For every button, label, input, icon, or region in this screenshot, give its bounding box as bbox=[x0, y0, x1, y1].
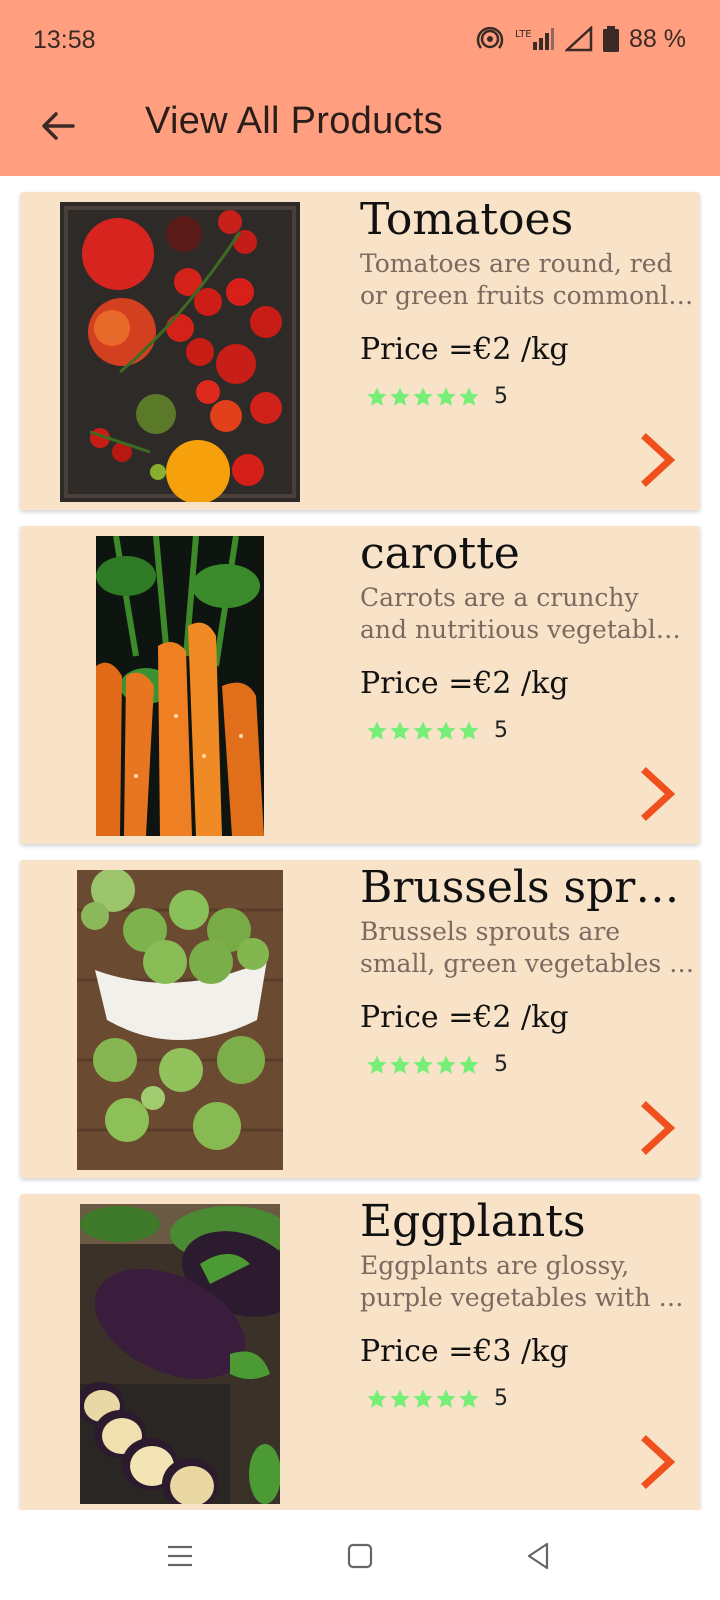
star-icon bbox=[459, 1388, 479, 1408]
product-card-carotte[interactable]: carotte Carrots are a crunchy and nutrit… bbox=[20, 526, 700, 844]
star-icon bbox=[390, 720, 410, 740]
rating-value: 5 bbox=[494, 718, 508, 743]
star-icon bbox=[436, 1054, 456, 1074]
rating-value: 5 bbox=[494, 384, 508, 409]
rating-value: 5 bbox=[494, 1386, 508, 1411]
product-description: Carrots are a crunchy and nutritious veg… bbox=[360, 582, 695, 646]
product-card-brussels-sprouts[interactable]: Brussels spro... Brussels sprouts are sm… bbox=[20, 860, 700, 1178]
lte-signal-icon: LTE bbox=[515, 28, 555, 50]
product-description: Tomatoes are round, red or green fruits … bbox=[360, 248, 695, 312]
back-button[interactable] bbox=[34, 102, 82, 150]
product-image bbox=[77, 870, 283, 1170]
back-arrow-icon bbox=[42, 112, 75, 140]
battery-icon bbox=[603, 26, 620, 52]
product-name: Brussels spro... bbox=[360, 862, 695, 913]
product-description: Eggplants are glossy, purple vegetables … bbox=[360, 1250, 695, 1314]
product-image bbox=[60, 202, 300, 502]
svg-text:LTE: LTE bbox=[515, 29, 532, 40]
rating-stars bbox=[366, 386, 480, 408]
star-icon bbox=[413, 386, 433, 406]
signal-icon bbox=[565, 26, 593, 52]
star-icon bbox=[459, 1054, 479, 1074]
product-price: Price =€2 /kg bbox=[360, 1000, 569, 1035]
star-icon bbox=[459, 386, 479, 406]
product-card-tomatoes[interactable]: Tomatoes Tomatoes are round, red or gree… bbox=[20, 192, 700, 510]
product-price: Price =€2 /kg bbox=[360, 666, 569, 701]
star-icon bbox=[413, 720, 433, 740]
system-nav-bar bbox=[0, 1510, 720, 1600]
chevron-right-icon[interactable] bbox=[638, 766, 678, 822]
description-line: and nutritious vegetable, ... bbox=[360, 615, 695, 644]
rating: 5 bbox=[366, 718, 508, 743]
status-icons: LTE 88 % bbox=[475, 24, 686, 54]
battery-percent: 88 % bbox=[629, 24, 686, 53]
nav-menu-button[interactable] bbox=[160, 1538, 200, 1574]
star-icon bbox=[367, 720, 387, 740]
rating: 5 bbox=[366, 1052, 508, 1077]
description-line: Carrots are a crunchy bbox=[360, 583, 639, 612]
star-icon bbox=[413, 1388, 433, 1408]
product-name: Eggplants bbox=[360, 1196, 586, 1247]
description-line: purple vegetables with a s... bbox=[360, 1283, 695, 1312]
product-name: carotte bbox=[360, 528, 520, 579]
home-square-icon bbox=[347, 1543, 373, 1569]
product-image bbox=[80, 1204, 280, 1504]
rating: 5 bbox=[366, 1386, 508, 1411]
hotspot-icon bbox=[476, 26, 504, 49]
chevron-right-icon[interactable] bbox=[638, 432, 678, 488]
product-name: Tomatoes bbox=[360, 194, 574, 245]
product-price: Price =€2 /kg bbox=[360, 332, 569, 367]
rating-stars bbox=[366, 1388, 480, 1410]
star-icon bbox=[390, 1054, 410, 1074]
rating: 5 bbox=[366, 384, 508, 409]
product-description: Brussels sprouts are small, green vegeta… bbox=[360, 916, 695, 980]
description-line: Eggplants are glossy, bbox=[360, 1251, 630, 1280]
rating-stars bbox=[366, 720, 480, 742]
star-icon bbox=[367, 1054, 387, 1074]
star-icon bbox=[436, 720, 456, 740]
rating-value: 5 bbox=[494, 1052, 508, 1077]
star-icon bbox=[390, 1388, 410, 1408]
star-icon bbox=[413, 1054, 433, 1074]
star-icon bbox=[367, 386, 387, 406]
product-image bbox=[96, 536, 264, 836]
star-icon bbox=[390, 386, 410, 406]
description-line: Brussels sprouts are bbox=[360, 917, 621, 946]
back-triangle-icon bbox=[527, 1542, 549, 1570]
product-list[interactable]: Tomatoes Tomatoes are round, red or gree… bbox=[0, 176, 720, 1510]
status-time: 13:58 bbox=[33, 26, 96, 54]
chevron-right-icon[interactable] bbox=[638, 1434, 678, 1490]
menu-icon bbox=[168, 1545, 192, 1567]
nav-back-button[interactable] bbox=[518, 1538, 558, 1574]
description-line: Tomatoes are round, red bbox=[360, 249, 673, 278]
app-bar: View All Products bbox=[0, 82, 720, 176]
product-price: Price =€3 /kg bbox=[360, 1334, 569, 1369]
rating-stars bbox=[366, 1054, 480, 1076]
nav-home-button[interactable] bbox=[340, 1538, 380, 1574]
star-icon bbox=[436, 386, 456, 406]
status-bar: 13:58 LTE 88 % bbox=[0, 0, 720, 82]
description-line: or green fruits commonly... bbox=[360, 281, 695, 310]
star-icon bbox=[436, 1388, 456, 1408]
star-icon bbox=[367, 1388, 387, 1408]
page-title: View All Products bbox=[145, 100, 443, 142]
star-icon bbox=[459, 720, 479, 740]
description-line: small, green vegetables th... bbox=[360, 949, 695, 978]
chevron-right-icon[interactable] bbox=[638, 1100, 678, 1156]
product-card-eggplants[interactable]: Eggplants Eggplants are glossy, purple v… bbox=[20, 1194, 700, 1510]
